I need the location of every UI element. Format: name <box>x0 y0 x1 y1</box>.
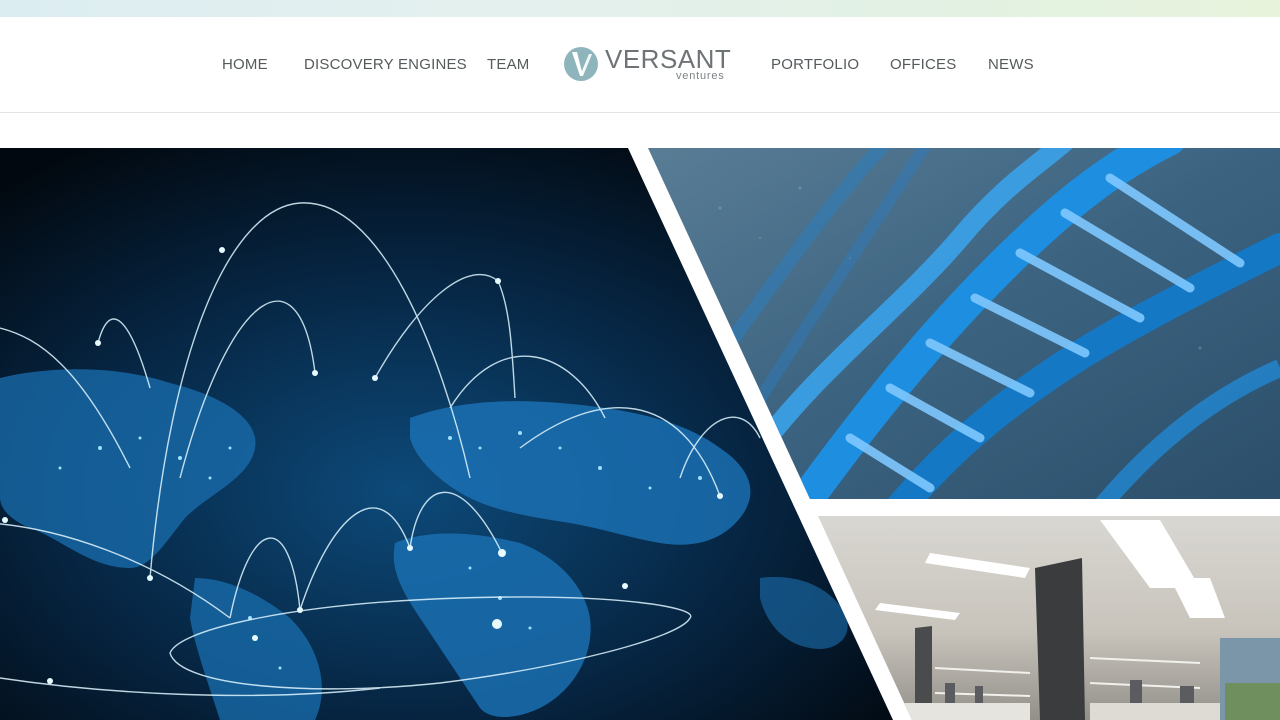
hero-collage <box>0 148 1280 720</box>
nav-offices[interactable]: OFFICES <box>890 56 956 74</box>
nav-home[interactable]: HOME <box>222 56 268 74</box>
site-header: HOME DISCOVERY ENGINES TEAM VERSANT vent… <box>0 17 1280 113</box>
hero-banner <box>0 148 1280 720</box>
lab-image <box>818 516 1280 720</box>
top-gradient-strip <box>0 0 1280 17</box>
versant-logo-icon <box>564 47 598 81</box>
nav-discovery-engines[interactable]: DISCOVERY ENGINES <box>304 56 467 74</box>
nav-team[interactable]: TEAM <box>487 56 529 74</box>
logo-subtitle: ventures <box>676 70 725 82</box>
nav-news[interactable]: NEWS <box>988 56 1034 74</box>
nav-portfolio[interactable]: PORTFOLIO <box>771 56 859 74</box>
versant-logo[interactable]: VERSANT ventures <box>563 44 735 84</box>
